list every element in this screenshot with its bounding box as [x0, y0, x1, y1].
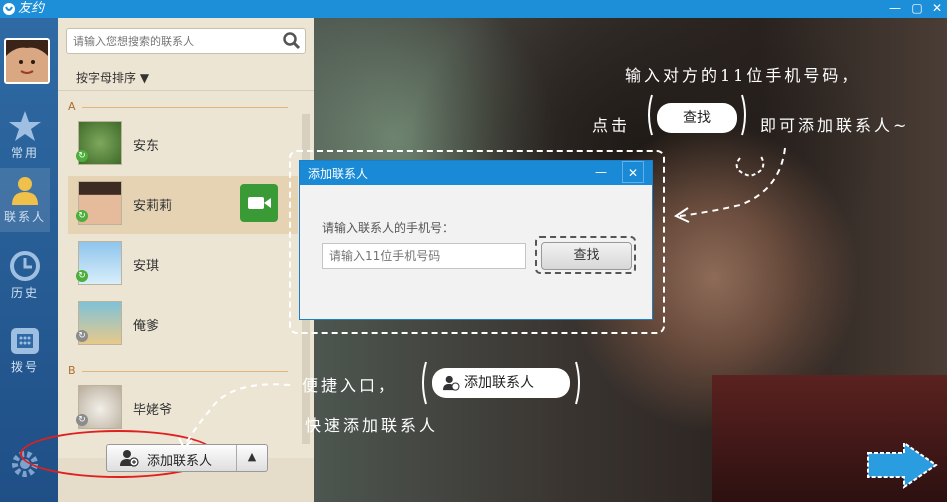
arrow-to-dialog	[679, 147, 786, 217]
next-arrow-icon[interactable]	[866, 441, 938, 489]
decorative-arrows	[178, 94, 786, 450]
arrow-to-add-button	[184, 383, 291, 446]
